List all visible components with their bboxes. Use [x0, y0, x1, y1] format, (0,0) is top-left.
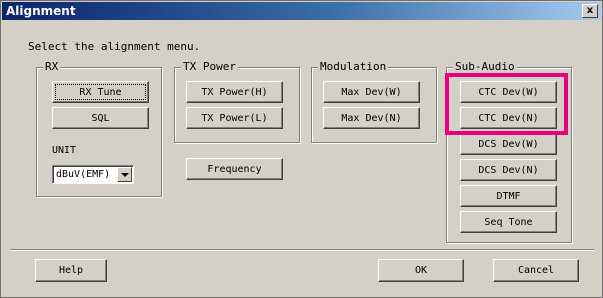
chevron-down-icon[interactable]: [117, 167, 132, 182]
ctc-dev-w-button[interactable]: CTC Dev(W): [460, 81, 557, 103]
footer-divider: [11, 249, 594, 251]
cancel-button[interactable]: Cancel: [493, 259, 579, 282]
dtmf-button[interactable]: DTMF: [460, 185, 557, 207]
alignment-window: Alignment x Select the alignment menu. R…: [0, 0, 603, 298]
tx-power-high-button[interactable]: TX Power(H): [186, 81, 283, 103]
tx-power-group: TX Power: [174, 60, 300, 143]
max-dev-w-button[interactable]: Max Dev(W): [323, 81, 420, 103]
unit-select-value: dBuV(EMF): [56, 169, 111, 180]
unit-label: UNIT: [52, 145, 77, 156]
modulation-group-label: Modulation: [318, 60, 389, 73]
instruction-text: Select the alignment menu.: [28, 40, 201, 53]
close-icon[interactable]: x: [582, 4, 598, 18]
rx-tune-button[interactable]: RX Tune: [52, 81, 149, 103]
tx-power-group-label: TX Power: [181, 60, 238, 73]
tx-power-low-button[interactable]: TX Power(L): [186, 107, 283, 129]
rx-group-label: RX: [43, 60, 61, 73]
window-title: Alignment: [6, 4, 76, 18]
ctc-dev-n-button[interactable]: CTC Dev(N): [460, 107, 557, 129]
modulation-group: Modulation: [311, 60, 437, 143]
frequency-button[interactable]: Frequency: [186, 158, 283, 180]
unit-select[interactable]: dBuV(EMF): [52, 165, 134, 184]
ok-button[interactable]: OK: [378, 259, 464, 282]
max-dev-n-button[interactable]: Max Dev(N): [323, 107, 420, 129]
sql-button[interactable]: SQL: [52, 107, 149, 129]
sub-audio-group-label: Sub-Audio: [453, 60, 517, 73]
dcs-dev-n-button[interactable]: DCS Dev(N): [460, 159, 557, 181]
dcs-dev-w-button[interactable]: DCS Dev(W): [460, 133, 557, 155]
help-button[interactable]: Help: [35, 259, 107, 282]
title-bar[interactable]: Alignment x: [2, 2, 601, 20]
seq-tone-button[interactable]: Seq Tone: [460, 211, 557, 233]
